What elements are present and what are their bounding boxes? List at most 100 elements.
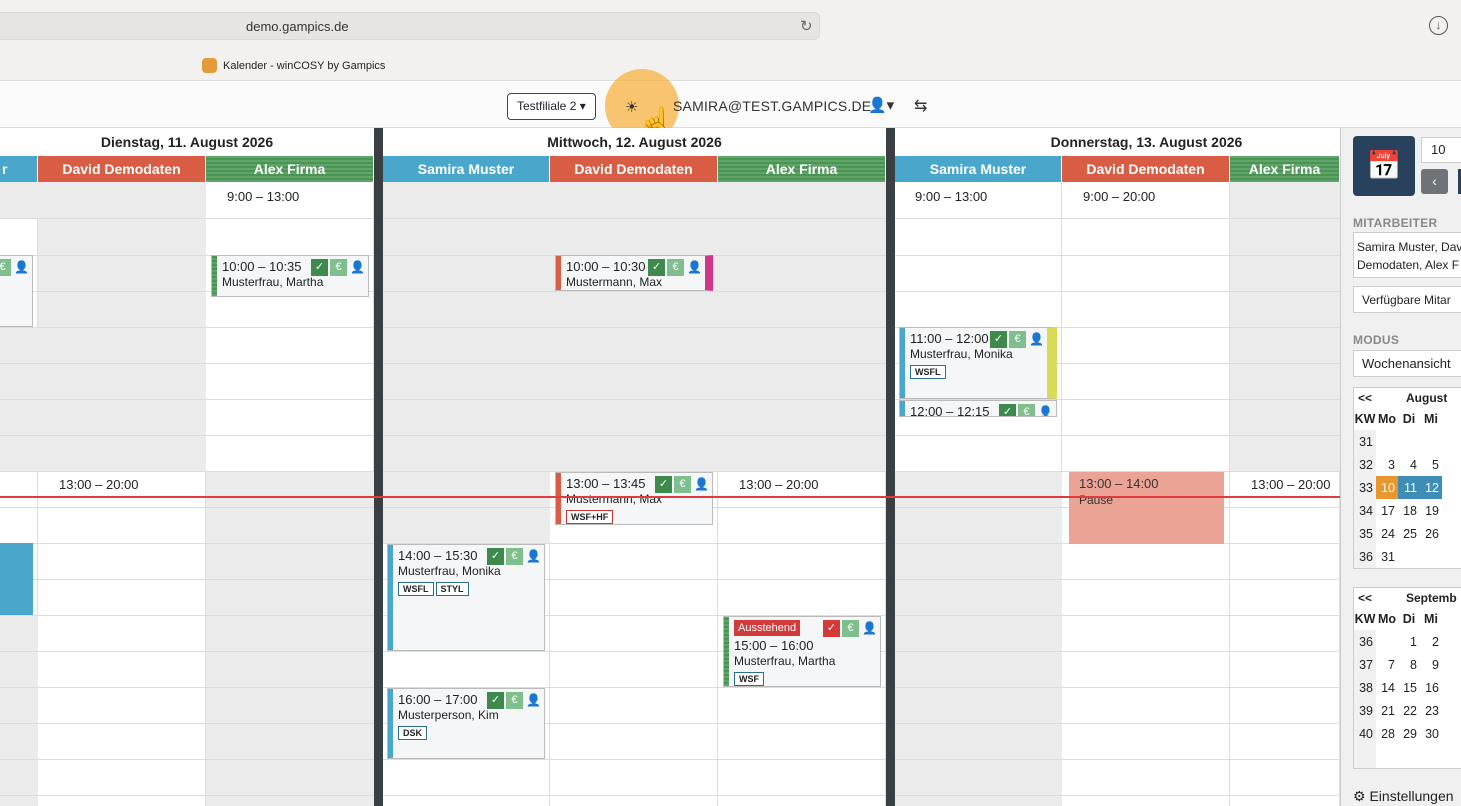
day-cell[interactable]: 7 [1376,653,1398,676]
week-number[interactable]: 38 [1354,676,1376,699]
day-cell[interactable]: 4 [1398,453,1420,476]
day-cell[interactable]: 17 [1376,499,1398,522]
day-cell[interactable]: 2 [1420,630,1442,653]
day-cell[interactable]: 30 [1420,722,1442,745]
day-cell[interactable]: 21 [1376,699,1398,722]
day-cell[interactable]: 14 [1376,676,1398,699]
employee-select-line: Demodaten, Alex F [1357,258,1460,272]
weekday-header: Mo [1377,412,1397,426]
person-check-icon: 👤 [1038,405,1053,417]
grid-line [0,291,1340,292]
employee-header-alex: Alex Firma [718,156,886,182]
week-number[interactable]: 36 [1354,630,1376,653]
day-cell[interactable]: 8 [1398,653,1420,676]
browser-tab[interactable]: Kalender - winCOSY by Gampics [202,58,385,73]
prev-month-button[interactable]: << [1358,591,1406,605]
appointment-card[interactable]: 16:00 – 17:00 Musterperson, Kim DSK ✓ € 👤 [387,688,545,759]
day-cell[interactable] [1398,430,1420,453]
grid-line [0,435,1340,436]
settings-link[interactable]: ⚙ Einstellungen [1353,788,1454,805]
day-separator [886,128,895,806]
day-cell[interactable]: 29 [1398,722,1420,745]
employee-label: David Demodaten [574,161,693,177]
employee-label: r [2,161,8,177]
day-cell[interactable]: 22 [1398,699,1420,722]
employee-header-samira: Samira Muster [895,156,1062,182]
day-cell[interactable] [1420,545,1442,568]
euro-icon: € [1018,404,1035,416]
user-email[interactable]: SAMIRA@TEST.GAMPICS.DE [673,98,871,114]
day-cell[interactable] [1376,630,1398,653]
day-cell[interactable]: 9 [1420,653,1442,676]
day-cell[interactable]: 15 [1398,676,1420,699]
week-number[interactable]: 40 [1354,722,1376,745]
day-cell[interactable]: 24 [1376,522,1398,545]
week-number[interactable]: 31 [1354,430,1376,453]
day-cell[interactable]: 25 [1398,522,1420,545]
week-number[interactable]: 35 [1354,522,1376,545]
grid-line [0,615,1340,616]
week-number[interactable]: 34 [1354,499,1376,522]
worktime-label: 9:00 – 13:00 [915,189,988,204]
grid-line [0,795,1340,796]
appointment-client: Mustermann, Max [566,492,663,506]
day-cell[interactable]: 18 [1398,499,1420,522]
weekday-header: Di [1402,412,1416,426]
service-tag: WSFL [910,365,946,379]
day-cell[interactable]: 1 [1398,630,1420,653]
weekday-header: Mi [1424,612,1438,626]
employee-select[interactable]: Samira Muster, Dav Demodaten, Alex F [1353,232,1461,278]
available-employees-select[interactable]: Verfügbare Mitar [1353,286,1461,313]
day-cell [1420,745,1442,768]
week-number[interactable]: 37 [1354,653,1376,676]
week-number[interactable]: 36 [1354,545,1376,568]
week-number[interactable]: 32 [1354,453,1376,476]
branch-dropdown[interactable]: Testfiliale 2 ▾ [507,93,596,120]
day-header-tue: Dienstag, 11. August 2026 [0,128,374,156]
day-cell[interactable] [1376,430,1398,453]
day-cell[interactable]: 28 [1376,722,1398,745]
week-number [1354,745,1376,768]
prev-button[interactable]: ‹ [1421,169,1448,194]
prev-month-button[interactable]: << [1358,391,1406,405]
download-icon[interactable]: ↓ [1429,16,1448,35]
appointment-card[interactable]: € 👤 [0,255,33,327]
day-cell[interactable]: 3 [1376,453,1398,476]
week-number[interactable]: 33 [1354,476,1376,499]
day-cell-selected[interactable]: 12 [1420,476,1442,499]
day-cell[interactable]: 5 [1420,453,1442,476]
checkbox-icon: ✓ [648,259,665,276]
day-cell-selected[interactable]: 11 [1398,476,1420,499]
reload-icon[interactable]: ↻ [800,17,813,35]
swap-icon[interactable]: ⇆ [914,96,927,116]
appointment-card[interactable] [0,543,33,615]
week-number-input[interactable]: 10 [1421,137,1461,163]
day-cell[interactable] [1420,430,1442,453]
day-cell[interactable] [1398,545,1420,568]
grid-line [0,723,1340,724]
appointment-card[interactable]: 13:00 – 13:45 Mustermann, Max WSF+HF ✓ € 👤 [555,472,713,525]
user-menu-icon[interactable]: 👤▾ [868,96,894,114]
appointment-card[interactable]: 14:00 – 15:30 Musterfrau, Monika WSFL STY… [387,544,545,651]
week-number[interactable]: 39 [1354,699,1376,722]
day-cell-today[interactable]: 10 [1376,476,1398,499]
day-cell[interactable]: 23 [1420,699,1442,722]
day-cell[interactable]: 26 [1420,522,1442,545]
mode-select[interactable]: Wochenansicht [1353,350,1461,377]
mini-calendar-september: << Septemb KW Mo Di Mi 36 1 2 37 7 8 9 38 14 15… [1353,587,1461,769]
day-cell[interactable]: 19 [1420,499,1442,522]
address-bar[interactable] [0,12,820,40]
pause-block[interactable]: 13:00 – 14:00 Pause [1069,472,1224,544]
appointment-card[interactable]: Ausstehend 15:00 – 16:00 Musterfrau, Mar… [723,616,881,687]
day-cell[interactable]: 31 [1376,545,1398,568]
gear-icon: ⚙ [1353,788,1366,804]
add-appointment-button[interactable]: 📅 [1353,136,1415,196]
appointment-card[interactable]: 10:00 – 10:30 Mustermann, Max ✓ € 👤 [555,255,713,291]
person-check-icon: 👤 [14,260,29,274]
appointment-card[interactable]: 11:00 – 12:00 Musterfrau, Monika WSFL ✓ €… [899,327,1057,399]
appointment-card[interactable]: 12:00 – 12:15 ✓ € 👤 [899,400,1057,417]
worktime-label: 9:00 – 13:00 [227,189,300,204]
appointment-card[interactable]: 10:00 – 10:35 Musterfrau, Martha ✓ € 👤 [211,255,369,297]
url-text[interactable]: demo.gampics.de [246,19,349,34]
day-cell[interactable]: 16 [1420,676,1442,699]
